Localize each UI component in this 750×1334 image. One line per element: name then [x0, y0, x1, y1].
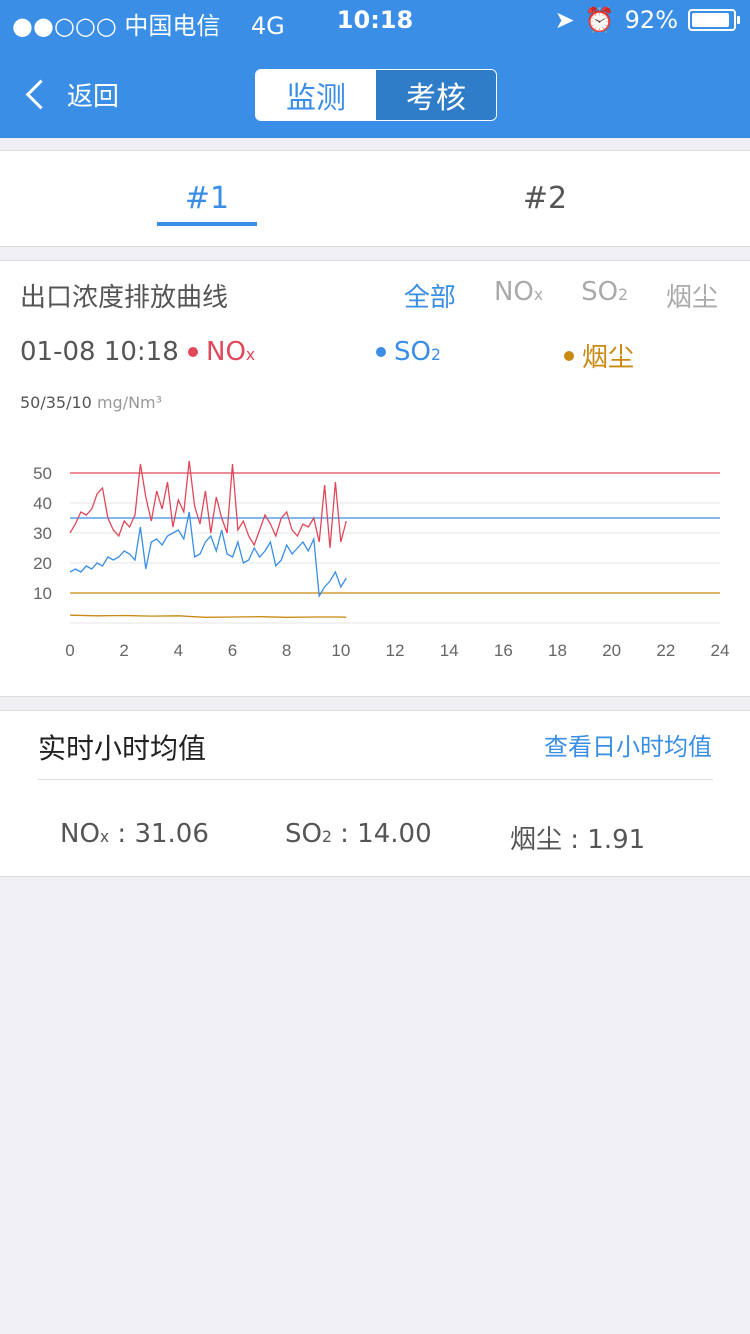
- filter-so2[interactable]: SO2: [581, 277, 628, 314]
- filter-nox[interactable]: NOx: [494, 277, 543, 314]
- nav-header: ●●○○○ 中国电信 4G 10:18 ➤ ⏰ 92% 返回 监测 考核: [0, 0, 750, 138]
- chart-filter-bar: 全部 NOx SO2 烟尘: [404, 277, 718, 314]
- legend-so2-label: SO: [394, 337, 431, 367]
- segment-control: 监测 考核: [255, 69, 497, 121]
- x-tick-label: 16: [494, 641, 513, 660]
- tab-unit-2[interactable]: #2: [495, 181, 595, 216]
- x-tick-label: 24: [711, 641, 730, 660]
- alarm-icon: ⏰: [584, 6, 615, 34]
- y-tick-label: 10: [33, 584, 52, 603]
- x-tick-label: 12: [386, 641, 405, 660]
- legend-nox-label: NO: [206, 337, 246, 367]
- x-tick-label: 14: [440, 641, 459, 660]
- back-label: 返回: [67, 82, 120, 112]
- segment-assess[interactable]: 考核: [376, 70, 496, 120]
- x-tick-label: 8: [282, 641, 291, 660]
- chart-card-title: 出口浓度排放曲线: [20, 283, 229, 313]
- y-tick-label: 20: [33, 554, 52, 573]
- segment-monitor[interactable]: 监测: [256, 70, 376, 120]
- x-tick-label: 18: [548, 641, 567, 660]
- legend-dust: 烟尘: [564, 337, 634, 374]
- filter-nox-label: NO: [493, 277, 534, 307]
- series-line-NOx: [69, 460, 347, 549]
- hourly-so2: SO2 : 14.00: [285, 819, 432, 849]
- hourly-so2-label: SO: [285, 819, 322, 849]
- hourly-dust-label: 烟尘: [510, 825, 563, 855]
- divider: [38, 779, 713, 780]
- x-tick-label: 0: [65, 641, 74, 660]
- battery-percent: 92%: [624, 6, 678, 34]
- hourly-so2-value: : 14.00: [331, 819, 432, 849]
- status-bar: ●●○○○ 中国电信 4G 10:18 ➤ ⏰ 92%: [0, 0, 750, 40]
- hourly-nox-label: NO: [60, 819, 100, 849]
- filter-all[interactable]: 全部: [404, 277, 456, 314]
- view-daily-hourly-link[interactable]: 查看日小时均值: [544, 727, 712, 762]
- status-right: ➤ ⏰ 92%: [554, 6, 740, 34]
- legend-so2-dot: [376, 347, 386, 357]
- hourly-dust-value: : 1.91: [562, 825, 646, 855]
- legend-so2: SO2: [376, 337, 441, 367]
- filter-dust[interactable]: 烟尘: [666, 277, 718, 314]
- chevron-left-icon: [25, 79, 56, 110]
- x-tick-label: 10: [331, 641, 350, 660]
- series-line-烟尘: [69, 614, 347, 618]
- y-tick-label: 40: [33, 494, 52, 513]
- x-tick-label: 2: [119, 641, 128, 660]
- hourly-so2-sub: 2: [321, 828, 332, 846]
- chart-timestamp: 01-08 10:18: [20, 337, 179, 367]
- legend-dust-dot: [564, 350, 574, 361]
- filter-so2-label: SO: [581, 277, 619, 307]
- unit-tabs: #1 #2: [0, 150, 750, 247]
- limit-values: 50/35/10 mg/Nm³: [20, 393, 162, 412]
- legend-nox: NOx: [188, 337, 255, 367]
- y-tick-label: 30: [33, 524, 52, 543]
- hourly-nox-sub: x: [99, 828, 110, 846]
- hourly-title: 实时小时均值: [38, 732, 207, 765]
- filter-all-label: 全部: [403, 283, 456, 313]
- legend-nox-text: NOx: [206, 337, 255, 367]
- legend-nox-sub: x: [245, 346, 256, 364]
- hourly-average-card: 实时小时均值 查看日小时均值 NOx : 31.06 SO2 : 14.00 烟…: [0, 710, 750, 877]
- legend-so2-sub: 2: [430, 346, 441, 364]
- limit-unit: mg/Nm³: [96, 393, 163, 412]
- emission-line-chart: 50403020100 2 4 6 8 10 12 14 16 18 20 22 24: [33, 460, 730, 660]
- x-tick-label: 6: [228, 641, 237, 660]
- legend-dust-label: 烟尘: [582, 343, 635, 373]
- back-button[interactable]: 返回: [25, 76, 120, 113]
- location-icon: ➤: [554, 6, 575, 34]
- hourly-nox: NOx : 31.06: [60, 819, 209, 849]
- y-tick-label: 50: [33, 464, 52, 483]
- x-tick-label: 20: [602, 641, 621, 660]
- x-tick-label: 4: [174, 641, 183, 660]
- legend-nox-dot: [188, 347, 198, 357]
- limit-values-text: 50/35/10: [20, 393, 92, 412]
- legend-so2-text: SO2: [394, 337, 441, 367]
- filter-so2-sub: 2: [618, 286, 628, 304]
- filter-nox-sub: x: [533, 286, 544, 304]
- hourly-nox-value: : 31.06: [109, 819, 209, 849]
- emission-chart-card: 出口浓度排放曲线 全部 NOx SO2 烟尘 01-08 10:18 NOx S…: [0, 260, 750, 697]
- x-tick-label: 22: [656, 641, 675, 660]
- tab-unit-1[interactable]: #1: [157, 181, 257, 216]
- hourly-dust: 烟尘 : 1.91: [510, 819, 645, 856]
- tab-active-indicator: [157, 222, 257, 226]
- battery-icon: [688, 9, 740, 31]
- filter-dust-label: 烟尘: [665, 283, 718, 313]
